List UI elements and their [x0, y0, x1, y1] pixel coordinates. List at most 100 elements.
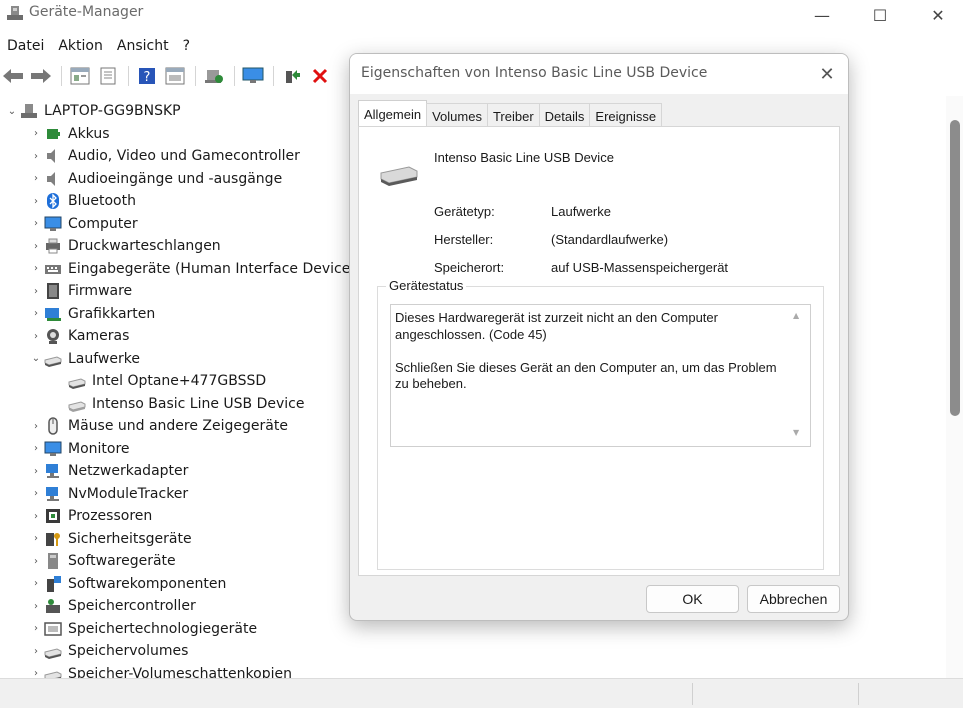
device-status-textbox[interactable]: Dieses Hardwaregerät ist zurzeit nicht a… — [390, 304, 811, 447]
tree-category-item[interactable]: › Bluetooth — [28, 190, 136, 212]
tree-item-label: Prozessoren — [68, 508, 153, 524]
chevron-right-icon[interactable]: › — [28, 196, 44, 207]
manufacturer-label: Hersteller: — [434, 232, 494, 247]
help-button[interactable]: ? — [134, 64, 160, 88]
cancel-button[interactable]: Abbrechen — [747, 585, 840, 613]
forward-button[interactable] — [28, 64, 54, 88]
chevron-right-icon[interactable]: › — [28, 668, 44, 678]
close-button[interactable]: ✕ — [909, 0, 963, 30]
chevron-right-icon[interactable]: › — [28, 556, 44, 567]
chevron-right-icon[interactable]: › — [28, 263, 44, 274]
menu-aktion[interactable]: Aktion — [51, 36, 110, 58]
tree-item-label: Speichercontroller — [68, 598, 196, 614]
driver-list-button[interactable] — [95, 64, 121, 88]
window-title: Geräte-Manager — [29, 4, 144, 20]
tree-category-item[interactable]: › Audioeingänge und -ausgänge — [28, 168, 282, 190]
chevron-right-icon[interactable]: › — [28, 488, 44, 499]
monitor-button[interactable] — [240, 64, 266, 88]
chevron-right-icon[interactable]: › — [28, 241, 44, 252]
keyboard-icon — [44, 260, 62, 278]
chevron-right-icon[interactable]: › — [28, 331, 44, 342]
device-status-text: Dieses Hardwaregerät ist zurzeit nicht a… — [395, 310, 777, 391]
tree-item-label: Monitore — [68, 440, 130, 457]
tree-item-label: Speichertechnologiegeräte — [68, 620, 258, 637]
printer-icon — [44, 237, 62, 255]
display-adapter-icon — [44, 305, 62, 323]
properties-button[interactable] — [67, 64, 93, 88]
help-icon: ? — [139, 68, 155, 85]
chevron-down-icon[interactable]: ⌄ — [28, 353, 44, 364]
chevron-down-icon[interactable]: ⌄ — [4, 106, 20, 117]
chevron-right-icon[interactable]: › — [28, 601, 44, 612]
tree-item-label: Intenso Basic Line USB Device — [92, 395, 305, 412]
tab-details[interactable]: Details — [538, 103, 591, 127]
tree-scrollbar[interactable] — [946, 96, 963, 678]
menu-help[interactable]: ? — [176, 36, 197, 58]
menu-ansicht[interactable]: Ansicht — [110, 36, 176, 58]
chevron-right-icon[interactable]: › — [28, 623, 44, 634]
tree-category-item[interactable]: › Speichercontroller — [28, 595, 196, 617]
chevron-right-icon[interactable]: › — [28, 173, 44, 184]
tree-category-item[interactable]: ⌄ Laufwerke — [28, 348, 140, 370]
chevron-right-icon[interactable]: › — [28, 443, 44, 454]
uninstall-button[interactable] — [307, 64, 333, 88]
menu-datei[interactable]: Datei — [0, 36, 51, 58]
chevron-right-icon[interactable]: › — [28, 646, 44, 657]
update-driver-button[interactable] — [279, 64, 305, 88]
tab-volumes[interactable]: Volumes — [426, 103, 488, 127]
minimize-button[interactable]: — — [793, 0, 851, 30]
tree-category-item[interactable]: › NvModuleTracker — [28, 483, 188, 505]
drive-icon — [44, 642, 62, 660]
tree-category-item[interactable]: › Speichervolumes — [28, 640, 188, 662]
tree-category-item[interactable]: › Druckwarteschlangen — [28, 235, 221, 257]
tree-category-item[interactable]: › Sicherheitsgeräte — [28, 528, 192, 550]
memory-tech-icon — [44, 620, 62, 638]
tree-category-item[interactable]: › Eingabegeräte (Human Interface Devices) — [28, 258, 363, 280]
chevron-right-icon[interactable]: › — [28, 511, 44, 522]
tree-category-item[interactable]: › Audio, Video und Gamecontroller — [28, 145, 300, 167]
chevron-right-icon[interactable]: › — [28, 218, 44, 229]
bluetooth-icon — [44, 192, 62, 210]
tree-category-item[interactable]: › Softwarekomponenten — [28, 573, 226, 595]
scrollbar-thumb[interactable] — [950, 120, 960, 416]
uninstall-icon — [312, 68, 328, 84]
software-component-icon — [44, 575, 62, 593]
scroll-down-icon[interactable]: ▼ — [793, 428, 799, 437]
tree-item-label: Sicherheitsgeräte — [68, 530, 192, 547]
chevron-right-icon[interactable]: › — [28, 466, 44, 477]
chevron-right-icon[interactable]: › — [28, 421, 44, 432]
tab-treiber[interactable]: Treiber — [486, 103, 540, 127]
tree-category-item[interactable]: › Softwaregeräte — [28, 550, 176, 572]
tree-category-item[interactable]: › Netzwerkadapter — [28, 460, 188, 482]
view-button[interactable] — [162, 64, 188, 88]
tree-category-item[interactable]: › Speicher-Volumeschattenkopien — [28, 663, 292, 678]
tab-allgemein[interactable]: Allgemein — [358, 100, 428, 127]
tree-device-item[interactable]: Intel Optane+477GBSSD — [52, 370, 266, 392]
scan-hardware-button[interactable] — [201, 64, 227, 88]
chevron-right-icon[interactable]: › — [28, 151, 44, 162]
tree-category-item[interactable]: › Prozessoren — [28, 505, 152, 527]
chevron-right-icon[interactable]: › — [28, 308, 44, 319]
tree-category-item[interactable]: › Monitore — [28, 438, 130, 460]
back-button[interactable] — [0, 64, 26, 88]
tree-category-item[interactable]: › Computer — [28, 213, 138, 235]
chevron-right-icon[interactable]: › — [28, 286, 44, 297]
tree-category-item[interactable]: › Akkus — [28, 123, 110, 145]
dialog-close-button[interactable]: ✕ — [813, 62, 841, 86]
ok-button[interactable]: OK — [646, 585, 739, 613]
tree-category-item[interactable]: › Speichertechnologiegeräte — [28, 618, 257, 640]
tree-device-item[interactable]: Intenso Basic Line USB Device — [52, 393, 305, 415]
chevron-right-icon[interactable]: › — [28, 128, 44, 139]
tab-ereignisse[interactable]: Ereignisse — [589, 103, 663, 127]
tree-category-item[interactable]: › Grafikkarten — [28, 303, 155, 325]
computer-icon — [44, 215, 62, 233]
chevron-right-icon[interactable]: › — [28, 533, 44, 544]
speaker-icon — [44, 147, 62, 165]
tree-category-item[interactable]: › Mäuse und andere Zeigegeräte — [28, 415, 288, 437]
tree-category-item[interactable]: › Firmware — [28, 280, 132, 302]
maximize-button[interactable]: ☐ — [851, 0, 909, 30]
scroll-up-icon[interactable]: ▲ — [793, 311, 799, 320]
tree-root[interactable]: ⌄ LAPTOP-GG9BNSKP — [4, 100, 181, 122]
tree-category-item[interactable]: › Kameras — [28, 325, 129, 347]
chevron-right-icon[interactable]: › — [28, 578, 44, 589]
